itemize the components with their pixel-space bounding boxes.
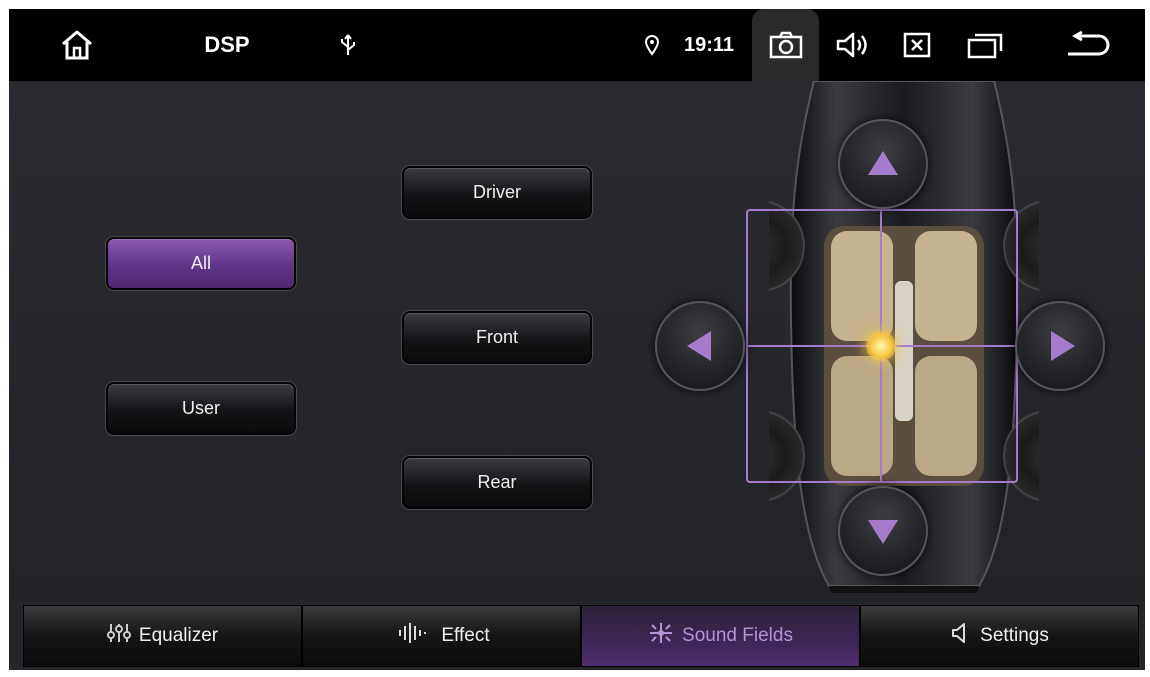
- tab-effect-label: Effect: [441, 625, 490, 646]
- home-icon[interactable]: [49, 9, 105, 81]
- location-icon: [641, 9, 663, 81]
- move-left-button[interactable]: [655, 301, 745, 391]
- rear-button[interactable]: Rear: [402, 456, 592, 509]
- tab-effect[interactable]: Effect: [302, 605, 581, 667]
- camera-icon[interactable]: [752, 9, 819, 81]
- waveform-icon: [393, 622, 433, 650]
- tab-sound-fields-label: Sound Fields: [682, 625, 793, 646]
- sound-field-grid[interactable]: [746, 209, 1018, 483]
- close-box-icon[interactable]: [897, 9, 937, 81]
- tab-settings-label: Settings: [980, 625, 1049, 646]
- bottom-tab-bar: Equalizer Effect Sound Fields Settings: [23, 605, 1139, 667]
- clock-time: 19:11: [683, 33, 735, 56]
- all-button[interactable]: All: [106, 237, 296, 290]
- status-bar: DSP 19:11: [9, 9, 1145, 81]
- move-right-button[interactable]: [1015, 301, 1105, 391]
- tab-equalizer[interactable]: Equalizer: [23, 605, 302, 667]
- sound-fields-panel: All User Driver Front Rear: [9, 80, 1145, 601]
- driver-button[interactable]: Driver: [402, 166, 592, 219]
- sound-focus-point[interactable]: [866, 331, 896, 361]
- back-icon[interactable]: [1059, 9, 1117, 81]
- front-button[interactable]: Front: [402, 311, 592, 364]
- dsp-screen: DSP 19:11 All User Driver Front Rear Equ…: [9, 9, 1145, 670]
- sound-fields-icon: [648, 621, 674, 651]
- recent-apps-icon[interactable]: [961, 9, 1009, 81]
- speaker-icon: [950, 622, 972, 650]
- usb-icon: [333, 9, 363, 81]
- tab-settings[interactable]: Settings: [860, 605, 1139, 667]
- volume-icon[interactable]: [831, 9, 875, 81]
- tab-sound-fields[interactable]: Sound Fields: [581, 605, 860, 667]
- equalizer-sliders-icon: [106, 622, 131, 650]
- move-down-button[interactable]: [838, 486, 928, 576]
- move-up-button[interactable]: [838, 119, 928, 209]
- tab-equalizer-label: Equalizer: [138, 625, 219, 646]
- app-title: DSP: [204, 32, 250, 57]
- user-button[interactable]: User: [106, 382, 296, 435]
